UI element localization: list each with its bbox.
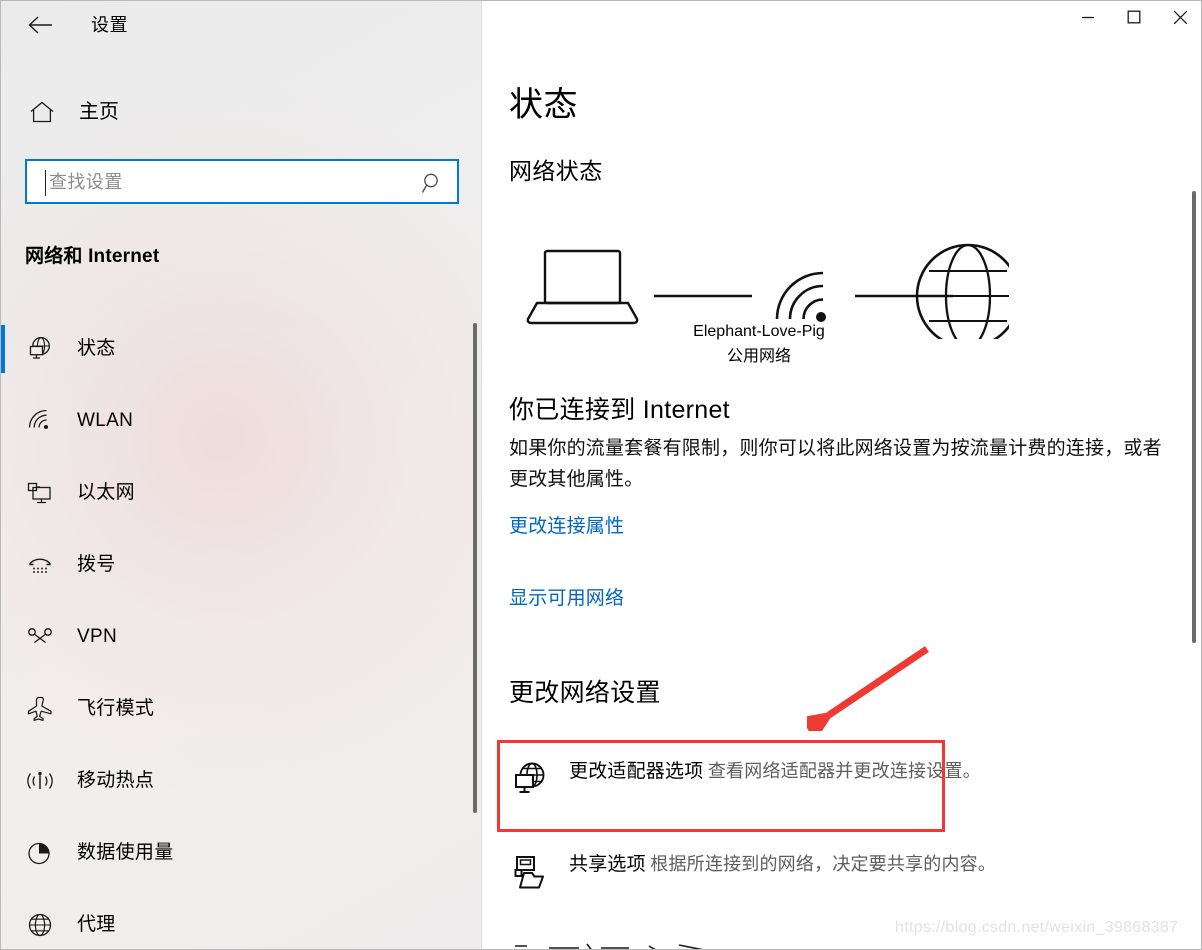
ethernet-icon: [23, 477, 57, 509]
network-status-heading: 网络状态: [509, 158, 603, 184]
sidebar-item-dialup-label: 拨号: [77, 554, 116, 575]
settings-window: 设置 主页 查找设置 网络和 Internet 状态 WLAN 以太网 拨号 V…: [0, 0, 1202, 950]
home-icon: [27, 98, 57, 126]
pie-chart-icon: [23, 837, 57, 869]
sidebar-item-wlan[interactable]: WLAN: [1, 385, 481, 457]
sidebar-item-dialup[interactable]: 拨号: [1, 529, 481, 601]
page-title: 状态: [509, 86, 578, 124]
sidebar-item-hotspot-label: 移动热点: [77, 770, 155, 791]
sidebar-item-status-label: 状态: [77, 338, 116, 359]
window-titlebar-left: 设置: [1, 1, 481, 49]
minimize-icon: [1082, 16, 1094, 19]
sharing-options-title: 共享选项: [569, 854, 646, 875]
sidebar-item-ethernet-label: 以太网: [77, 482, 135, 503]
partially-visible-list-item[interactable]: [509, 942, 909, 949]
sidebar-item-airplane-mode[interactable]: 飞行模式: [1, 673, 481, 745]
network-caption: Elephant-Love-Pig 公用网络: [509, 319, 1009, 369]
close-button[interactable]: [1157, 1, 1201, 33]
change-adapter-options-item[interactable]: 更改适配器选项 查看网络适配器并更改连接设置。: [509, 758, 1069, 805]
connection-heading: 你已连接到 Internet: [509, 396, 730, 424]
main-content: 状态 网络状态 Elephant-Love-Pig 公用网络 你已连接到 Int…: [483, 1, 1201, 949]
window-controls: [1065, 1, 1201, 47]
maximize-button[interactable]: [1111, 1, 1157, 33]
sidebar: 设置 主页 查找设置 网络和 Internet 状态 WLAN 以太网 拨号 V…: [1, 1, 482, 949]
text-caret: [45, 170, 46, 196]
sidebar-item-hotspot[interactable]: 移动热点: [1, 745, 481, 817]
globe-icon: [23, 909, 57, 941]
minimize-button[interactable]: [1065, 1, 1111, 33]
maximize-icon: [1127, 10, 1141, 24]
app-title: 设置: [91, 15, 128, 35]
sidebar-nav-list: 状态 WLAN 以太网 拨号 VPN 飞行模式 移动热点 数据使用量 代理: [1, 313, 481, 949]
search-placeholder: 查找设置: [49, 171, 123, 192]
sidebar-item-vpn-label: VPN: [77, 626, 117, 647]
sidebar-item-wlan-label: WLAN: [77, 410, 134, 431]
network-status-icon: [23, 333, 57, 365]
dialup-phone-icon: [23, 549, 57, 581]
change-connection-properties-link[interactable]: 更改连接属性: [509, 514, 624, 540]
watermark-text: https://blog.csdn.net/weixin_39868387: [895, 919, 1179, 936]
connection-description: 如果你的流量套餐有限制，则你可以将此网络设置为按流量计费的连接，或者更改其他属性…: [509, 438, 1162, 490]
sidebar-item-status[interactable]: 状态: [1, 313, 481, 385]
airplane-icon: [23, 693, 57, 725]
sidebar-item-data-usage[interactable]: 数据使用量: [1, 817, 481, 889]
back-button[interactable]: [17, 8, 63, 42]
sharing-options-description: 根据所连接到的网络，决定要共享的内容。: [650, 854, 997, 874]
wifi-icon: [23, 405, 57, 437]
close-icon: [1173, 10, 1187, 24]
show-available-networks-link[interactable]: 显示可用网络: [509, 586, 624, 612]
laptop-icon: [526, 249, 639, 325]
sidebar-item-home[interactable]: 主页: [1, 89, 481, 135]
share-folder-icon: [509, 851, 551, 898]
change-network-settings-heading: 更改网络设置: [509, 679, 661, 707]
sidebar-item-data-usage-label: 数据使用量: [77, 842, 174, 863]
active-indicator: [1, 325, 5, 373]
sidebar-item-vpn[interactable]: VPN: [1, 601, 481, 673]
main-scrollbar[interactable]: [1192, 191, 1196, 643]
sidebar-item-proxy-label: 代理: [77, 914, 116, 935]
hotspot-icon: [23, 765, 57, 797]
sidebar-category-title: 网络和 Internet: [25, 246, 160, 267]
sharing-options-text: 共享选项 根据所连接到的网络，决定要共享的内容。: [569, 851, 996, 878]
sidebar-item-airplane-mode-label: 飞行模式: [77, 698, 155, 719]
search-input[interactable]: 查找设置: [25, 159, 459, 204]
sharing-options-item[interactable]: 共享选项 根据所连接到的网络，决定要共享的内容。: [509, 851, 1069, 898]
change-adapter-options-text: 更改适配器选项 查看网络适配器并更改连接设置。: [569, 758, 981, 785]
change-adapter-options-title: 更改适配器选项: [569, 761, 704, 782]
sidebar-item-home-label: 主页: [79, 101, 119, 123]
back-arrow-icon: [27, 14, 53, 36]
vpn-icon: [23, 621, 57, 653]
adapter-globe-icon: [509, 758, 551, 805]
sidebar-scrollbar[interactable]: [473, 323, 477, 813]
search-icon[interactable]: [421, 171, 445, 195]
network-ssid: Elephant-Love-Pig: [693, 323, 825, 340]
wifi-signal-icon: [775, 271, 826, 322]
network-type: 公用网络: [726, 348, 791, 365]
change-adapter-options-description: 查看网络适配器并更改连接设置。: [707, 761, 981, 781]
sidebar-item-ethernet[interactable]: 以太网: [1, 457, 481, 529]
sidebar-item-proxy[interactable]: 代理: [1, 889, 481, 949]
